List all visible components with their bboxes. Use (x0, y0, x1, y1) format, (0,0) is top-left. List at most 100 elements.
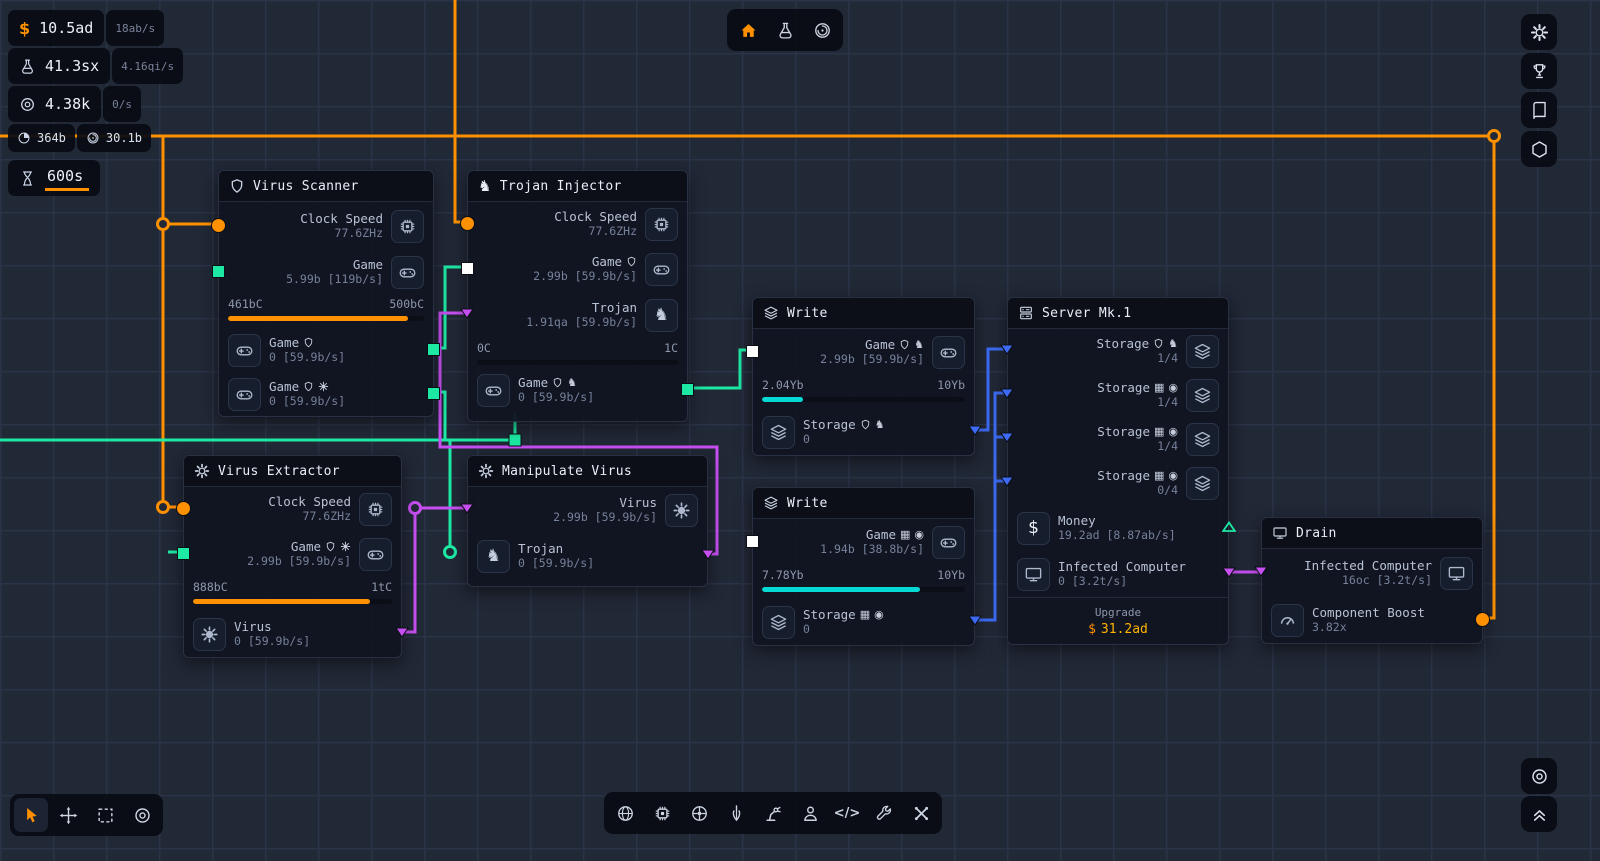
node-write-1[interactable]: Write Game♞2.99b [59.9b/s] 2.04Yb10Yb St… (752, 297, 975, 456)
category-person[interactable] (793, 796, 827, 830)
center-view-button[interactable] (1521, 758, 1557, 794)
clock-input-port[interactable] (176, 501, 191, 516)
upgrade-button[interactable]: Upgrade $31.2ad (1008, 597, 1228, 644)
disc-tag-icon: ◉ (1168, 426, 1178, 437)
game-output-port[interactable] (681, 383, 694, 396)
stack-icon (762, 416, 795, 449)
game-input-port[interactable] (746, 535, 759, 548)
marquee-tool[interactable] (88, 798, 122, 832)
money-output-port[interactable] (1222, 521, 1236, 533)
storage-output-port[interactable] (968, 425, 982, 436)
node-write-2[interactable]: Write Game▦◉1.94b [38.8b/s] 7.78Yb10Yb S… (752, 487, 975, 646)
guide-button[interactable] (1521, 92, 1557, 128)
game-input-port[interactable] (746, 345, 759, 358)
research-rate: 4.16qi/s (112, 48, 183, 84)
row-label: Game (269, 381, 299, 394)
gamepad-icon (391, 256, 424, 289)
rings-icon (1530, 767, 1549, 786)
move-tool[interactable] (51, 798, 85, 832)
hexagon-icon (1530, 140, 1549, 159)
edit-toolbar (10, 794, 163, 836)
node-server-mk1[interactable]: Server Mk.1 Storage♞1/4 Storage▦◉1/4 Sto… (1007, 297, 1229, 645)
achievements-button[interactable] (1521, 53, 1557, 89)
game-input-port[interactable] (212, 265, 225, 278)
row-value: 2.99b [59.9b/s] (533, 271, 637, 283)
virus-output-port[interactable] (395, 627, 409, 638)
gamepad-icon (477, 374, 510, 407)
crossed-tools-icon (912, 804, 931, 823)
row-value: 0 [3.2t/s] (1058, 576, 1127, 588)
stack-icon (1186, 423, 1219, 456)
storage-input-port-2[interactable] (1000, 388, 1014, 399)
category-chip[interactable] (645, 796, 679, 830)
node-virus-extractor[interactable]: Virus Extractor Clock Speed77.6ZHz Game2… (183, 455, 402, 658)
clock-input-port[interactable] (460, 216, 475, 231)
infected-input-port[interactable] (1254, 566, 1268, 577)
row-label: Game (592, 256, 622, 269)
grid-tag-icon: ▦ (1154, 426, 1164, 437)
row-value: 0/4 (1157, 485, 1178, 497)
node-manipulate-virus[interactable]: Manipulate Virus Virus2.99b [59.9b/s] ♞ … (467, 455, 708, 587)
row-label: Trojan (592, 302, 637, 315)
node-title: Server Mk.1 (1042, 306, 1131, 321)
aperture-button[interactable] (805, 13, 839, 47)
pointer-tool[interactable] (14, 798, 48, 832)
virus-input-port[interactable] (460, 503, 474, 514)
clock-input-port[interactable] (211, 218, 226, 233)
home-button[interactable] (731, 13, 765, 47)
gear-icon (478, 463, 494, 479)
storage-input-port-3[interactable] (1000, 432, 1014, 443)
row-value: 1/4 (1157, 441, 1178, 453)
node-trojan-injector[interactable]: ♞Trojan Injector Clock Speed77.6ZHz Game… (467, 170, 688, 422)
quickbar (727, 9, 843, 51)
category-robot-arm[interactable] (756, 796, 790, 830)
trojan-input-port[interactable] (460, 308, 474, 319)
category-wheel[interactable] (682, 796, 716, 830)
node-virus-scanner[interactable]: Virus Scanner Clock Speed77.6ZHz Game5.9… (218, 170, 434, 417)
category-mixer[interactable] (719, 796, 753, 830)
research-value: 41.3sx (45, 57, 99, 75)
collapse-button[interactable] (1521, 796, 1557, 832)
storage-input-port-4[interactable] (1000, 476, 1014, 487)
game-input-port[interactable] (177, 547, 190, 560)
collapse-icon (1530, 805, 1549, 824)
node-drain[interactable]: Drain Infected Computer16oc [3.2t/s] Com… (1261, 517, 1483, 644)
infected-output-port[interactable] (1222, 567, 1236, 578)
circle-tool[interactable] (125, 798, 159, 832)
category-wrench[interactable] (867, 796, 901, 830)
category-globe[interactable] (608, 796, 642, 830)
trojan-output-port[interactable] (701, 549, 715, 560)
row-value: 0 [59.9b/s] (518, 558, 594, 570)
storage-input-port-1[interactable] (1000, 344, 1014, 355)
category-crossed-tools[interactable] (904, 796, 938, 830)
row-label: Trojan (518, 543, 563, 556)
row-label: Game (269, 337, 299, 350)
research-button[interactable] (768, 13, 802, 47)
row-label: Game (865, 339, 895, 352)
stack-icon (763, 305, 779, 321)
shield-tag-icon (303, 337, 314, 348)
storage-output-port[interactable] (968, 615, 982, 626)
money-value: 10.5ad (39, 19, 93, 37)
boost-output-port[interactable] (1475, 612, 1490, 627)
flask-icon (776, 21, 795, 40)
settings-button[interactable] (1521, 14, 1557, 50)
knight-tag-icon: ♞ (1168, 338, 1178, 349)
row-value: 0 (803, 624, 810, 636)
game-shield-output-port[interactable] (427, 343, 440, 356)
category-code[interactable]: </> (830, 796, 864, 830)
knight-tag-icon: ♞ (914, 339, 924, 350)
row-label: Game (291, 541, 321, 554)
gamepad-icon (932, 526, 965, 559)
cpu-icon (391, 210, 424, 243)
game-virus-output-port[interactable] (427, 387, 440, 400)
row-label: Game (518, 377, 548, 390)
virus-icon (665, 494, 698, 527)
game-input-port[interactable] (461, 262, 474, 275)
wrench-icon (875, 804, 894, 823)
resource-minis: 364b 30.1b (8, 124, 151, 152)
code-icon: </> (834, 806, 861, 821)
rings-rate: 0/s (103, 86, 141, 122)
hexagon-button[interactable] (1521, 131, 1557, 167)
robot-arm-icon (764, 804, 783, 823)
